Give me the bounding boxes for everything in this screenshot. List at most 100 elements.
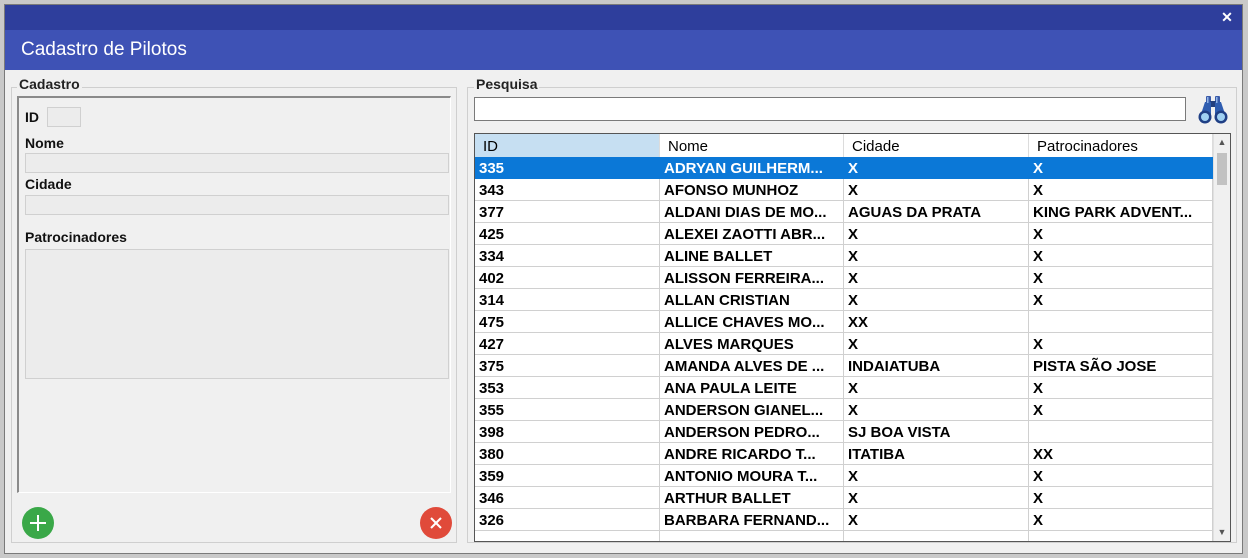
table-row[interactable]: 346 ARTHUR BALLET X X xyxy=(475,487,1213,509)
table-row[interactable]: 425 ALEXEI ZAOTTI ABR... X X xyxy=(475,223,1213,245)
cell-cidade[interactable]: X xyxy=(844,465,1029,487)
cell-patrocinadores[interactable]: X xyxy=(1029,509,1213,531)
cell-patrocinadores[interactable]: X xyxy=(1029,179,1213,201)
cell-cidade[interactable]: X xyxy=(844,179,1029,201)
cell-id[interactable]: 334 xyxy=(475,245,660,267)
cell-patrocinadores[interactable]: X xyxy=(1029,399,1213,421)
cell-nome[interactable]: ALLAN CRISTIAN xyxy=(660,289,844,311)
nome-field[interactable] xyxy=(25,153,449,173)
cell-nome[interactable]: ANTONIO MOURA T... xyxy=(660,465,844,487)
search-input[interactable] xyxy=(474,97,1186,121)
table-row[interactable]: 359 ANTONIO MOURA T... X X xyxy=(475,465,1213,487)
cell-id[interactable]: 425 xyxy=(475,223,660,245)
close-button[interactable]: ✕ xyxy=(1218,7,1236,27)
cell-id[interactable]: 343 xyxy=(475,179,660,201)
cell-nome[interactable] xyxy=(660,531,844,541)
cell-patrocinadores[interactable] xyxy=(1029,311,1213,333)
column-header-nome[interactable]: Nome xyxy=(660,134,844,157)
cell-id[interactable] xyxy=(475,531,660,541)
table-row[interactable]: 326 BARBARA FERNAND... X X xyxy=(475,509,1213,531)
cell-patrocinadores[interactable]: X xyxy=(1029,157,1213,179)
cell-id[interactable]: 326 xyxy=(475,509,660,531)
patrocinadores-field[interactable] xyxy=(25,249,449,379)
cell-cidade[interactable]: X xyxy=(844,509,1029,531)
cell-id[interactable]: 398 xyxy=(475,421,660,443)
cell-patrocinadores[interactable]: X xyxy=(1029,289,1213,311)
cell-id[interactable]: 475 xyxy=(475,311,660,333)
table-row[interactable]: 475 ALLICE CHAVES MO... XX xyxy=(475,311,1213,333)
table-row[interactable]: 380 ANDRE RICARDO T... ITATIBA XX xyxy=(475,443,1213,465)
cell-nome[interactable]: ALDANI DIAS DE MO... xyxy=(660,201,844,223)
column-header-cidade[interactable]: Cidade xyxy=(844,134,1029,157)
table-row[interactable] xyxy=(475,531,1213,541)
add-button[interactable] xyxy=(22,507,54,539)
cell-cidade[interactable]: X xyxy=(844,399,1029,421)
table-row[interactable]: 334 ALINE BALLET X X xyxy=(475,245,1213,267)
cell-patrocinadores[interactable]: X xyxy=(1029,487,1213,509)
cell-nome[interactable]: ALEXEI ZAOTTI ABR... xyxy=(660,223,844,245)
cell-patrocinadores[interactable] xyxy=(1029,421,1213,443)
cell-patrocinadores[interactable]: XX xyxy=(1029,443,1213,465)
cell-nome[interactable]: ANA PAULA LEITE xyxy=(660,377,844,399)
cell-cidade[interactable]: X xyxy=(844,223,1029,245)
cell-id[interactable]: 375 xyxy=(475,355,660,377)
scrollbar-thumb[interactable] xyxy=(1217,153,1227,185)
table-row[interactable]: 353 ANA PAULA LEITE X X xyxy=(475,377,1213,399)
table-row[interactable]: 402 ALISSON FERREIRA... X X xyxy=(475,267,1213,289)
cell-id[interactable]: 314 xyxy=(475,289,660,311)
cell-cidade[interactable]: X xyxy=(844,487,1029,509)
cell-cidade[interactable]: X xyxy=(844,267,1029,289)
cell-nome[interactable]: BARBARA FERNAND... xyxy=(660,509,844,531)
cell-id[interactable]: 346 xyxy=(475,487,660,509)
cell-id[interactable]: 427 xyxy=(475,333,660,355)
cell-patrocinadores[interactable] xyxy=(1029,531,1213,541)
cell-cidade[interactable]: AGUAS DA PRATA xyxy=(844,201,1029,223)
table-row[interactable]: 375 AMANDA ALVES DE ... INDAIATUBA PISTA SÃ… xyxy=(475,355,1213,377)
cell-cidade[interactable]: INDAIATUBA xyxy=(844,355,1029,377)
cell-patrocinadores[interactable]: X xyxy=(1029,245,1213,267)
cell-nome[interactable]: ANDERSON PEDRO... xyxy=(660,421,844,443)
cell-id[interactable]: 377 xyxy=(475,201,660,223)
table-row[interactable]: 335 ADRYAN GUILHERM... X X xyxy=(475,157,1213,179)
cell-cidade[interactable]: SJ BOA VISTA xyxy=(844,421,1029,443)
cell-patrocinadores[interactable]: X xyxy=(1029,377,1213,399)
cell-id[interactable]: 355 xyxy=(475,399,660,421)
table-row[interactable]: 377 ALDANI DIAS DE MO... AGUAS DA PRATA KIN… xyxy=(475,201,1213,223)
cell-nome[interactable]: ARTHUR BALLET xyxy=(660,487,844,509)
cell-id[interactable]: 359 xyxy=(475,465,660,487)
table-row[interactable]: 427 ALVES MARQUES X X xyxy=(475,333,1213,355)
cell-cidade[interactable]: X xyxy=(844,245,1029,267)
id-field[interactable] xyxy=(47,107,81,127)
cell-patrocinadores[interactable]: X xyxy=(1029,267,1213,289)
cell-nome[interactable]: AFONSO MUNHOZ xyxy=(660,179,844,201)
table-row[interactable]: 398 ANDERSON PEDRO... SJ BOA VISTA xyxy=(475,421,1213,443)
cell-cidade[interactable]: X xyxy=(844,333,1029,355)
delete-button[interactable] xyxy=(420,507,452,539)
cell-patrocinadores[interactable]: PISTA SÃO JOSE xyxy=(1029,355,1213,377)
cell-nome[interactable]: ALVES MARQUES xyxy=(660,333,844,355)
cell-cidade[interactable]: X xyxy=(844,289,1029,311)
cell-id[interactable]: 335 xyxy=(475,157,660,179)
pilots-grid[interactable]: ID Nome Cidade Patrocinadores 335 ADRYAN … xyxy=(474,133,1231,542)
cell-patrocinadores[interactable]: X xyxy=(1029,223,1213,245)
cell-id[interactable]: 353 xyxy=(475,377,660,399)
cell-patrocinadores[interactable]: KING PARK ADVENT... xyxy=(1029,201,1213,223)
cell-nome[interactable]: ALINE BALLET xyxy=(660,245,844,267)
cidade-field[interactable] xyxy=(25,195,449,215)
table-row[interactable]: 355 ANDERSON GIANEL... X X xyxy=(475,399,1213,421)
cell-patrocinadores[interactable]: X xyxy=(1029,465,1213,487)
cell-id[interactable]: 402 xyxy=(475,267,660,289)
cell-nome[interactable]: AMANDA ALVES DE ... xyxy=(660,355,844,377)
cell-id[interactable]: 380 xyxy=(475,443,660,465)
scroll-up-icon[interactable]: ▲ xyxy=(1214,134,1230,151)
scroll-down-icon[interactable]: ▼ xyxy=(1214,524,1230,541)
cell-nome[interactable]: ALLICE CHAVES MO... xyxy=(660,311,844,333)
cell-nome[interactable]: ALISSON FERREIRA... xyxy=(660,267,844,289)
cell-nome[interactable]: ANDERSON GIANEL... xyxy=(660,399,844,421)
cell-cidade[interactable] xyxy=(844,531,1029,541)
vertical-scrollbar[interactable]: ▲ ▼ xyxy=(1213,134,1230,541)
column-header-patrocinadores[interactable]: Patrocinadores xyxy=(1029,134,1213,157)
column-header-id[interactable]: ID xyxy=(475,134,660,157)
table-row[interactable]: 343 AFONSO MUNHOZ X X xyxy=(475,179,1213,201)
cell-cidade[interactable]: X xyxy=(844,377,1029,399)
